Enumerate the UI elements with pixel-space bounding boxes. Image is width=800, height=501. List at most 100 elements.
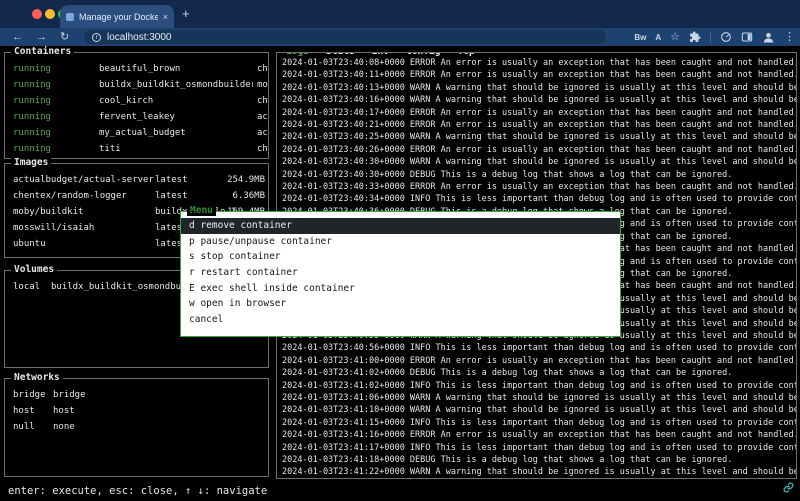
- log-line: 2024-01-03T23:40:30+0000 WARN A warning …: [282, 156, 796, 168]
- back-button[interactable]: ←: [12, 30, 23, 44]
- log-line: 2024-01-03T23:41:10+0000 WARN A warning …: [282, 404, 796, 416]
- network-name: null: [13, 419, 35, 435]
- container-image: mob: [257, 77, 268, 93]
- log-line: 2024-01-03T23:41:02+0000 INFO This is le…: [282, 380, 796, 392]
- logs-panel-tabs[interactable]: Logs ─ Stats ─ Env ─ Config ─ Top: [283, 52, 478, 57]
- connection-link-icon: [783, 478, 794, 497]
- log-line: 2024-01-03T23:41:15+0000 INFO This is le…: [282, 417, 796, 429]
- new-tab-button[interactable]: +: [182, 6, 190, 21]
- networks-panel[interactable]: Networks bridge bridge host host null: [4, 378, 269, 477]
- safety-check-icon[interactable]: [720, 31, 732, 43]
- menu-item[interactable]: p pause/unpause container: [181, 234, 620, 250]
- container-row[interactable]: running beautiful_brown che: [5, 61, 268, 77]
- container-row[interactable]: running fervent_leakey act: [5, 109, 268, 125]
- networks-panel-title: Networks: [11, 372, 63, 383]
- container-name: titi: [99, 141, 253, 157]
- browser-tab[interactable]: Manage your Docker fleet w ×: [60, 5, 174, 28]
- image-row[interactable]: actualbudget/actual-server latest 254.9M…: [5, 172, 268, 188]
- container-status: running: [13, 125, 51, 141]
- container-status: running: [13, 61, 51, 77]
- log-line: 2024-01-03T23:41:22+0000 WARN A warning …: [282, 466, 796, 478]
- container-image: act: [257, 109, 268, 125]
- log-line: 2024-01-03T23:40:34+0000 INFO This is le…: [282, 193, 796, 205]
- menu-item[interactable]: s stop container: [181, 249, 620, 265]
- container-row[interactable]: running titi che: [5, 141, 268, 157]
- menu-kebab-icon[interactable]: ⋮: [784, 32, 795, 43]
- log-line: 2024-01-03T23:41:16+0000 ERROR An error …: [282, 429, 796, 441]
- browser-chrome: Manage your Docker fleet w × + ← → ↻ i l…: [0, 0, 800, 46]
- menu-item[interactable]: E exec shell inside container: [181, 281, 620, 297]
- tab-favicon-icon: [66, 13, 74, 21]
- tabs-stats-env-config-top[interactable]: ─ Stats ─ Env ─ Config ─ Top: [309, 52, 475, 57]
- menu-item[interactable]: cancel: [181, 312, 620, 328]
- bookmark-star-icon[interactable]: ☆: [670, 32, 680, 43]
- containers-panel-title: Containers: [11, 46, 74, 57]
- log-line: 2024-01-03T23:40:33+0000 ERROR An error …: [282, 181, 796, 193]
- log-line: 2024-01-03T23:40:25+0000 WARN A warning …: [282, 131, 796, 143]
- browser-window: Manage your Docker fleet w × + ← → ↻ i l…: [0, 0, 800, 501]
- log-line: 2024-01-03T23:41:00+0000 ERROR An error …: [282, 355, 796, 367]
- container-row[interactable]: running my_actual_budget act: [5, 125, 268, 141]
- containers-panel[interactable]: Containers running beautiful_brown che r…: [4, 52, 269, 159]
- container-status: running: [13, 77, 51, 93]
- profile-avatar-icon[interactable]: [762, 31, 775, 44]
- container-name: fervent_leakey: [99, 109, 253, 125]
- image-name: moby/buildkit: [13, 204, 83, 220]
- menu-item[interactable]: d remove container: [181, 218, 620, 234]
- window-close-button[interactable]: [32, 9, 42, 19]
- url-text[interactable]: localhost:3000: [107, 32, 172, 43]
- address-bar[interactable]: i localhost:3000: [84, 30, 606, 44]
- toolbar-divider: [710, 32, 711, 43]
- image-name: ubuntu: [13, 236, 46, 252]
- image-tag: latest: [155, 172, 188, 188]
- log-line: 2024-01-03T23:40:08+0000 ERROR An error …: [282, 57, 796, 69]
- menu-item[interactable]: r restart container: [181, 265, 620, 281]
- container-image: act: [257, 125, 268, 141]
- menu-item[interactable]: w open in browser: [181, 296, 620, 312]
- network-row[interactable]: null none: [5, 419, 268, 435]
- reload-button[interactable]: ↻: [60, 30, 69, 44]
- tab-logs[interactable]: Logs: [286, 52, 309, 57]
- extensions-puzzle-icon[interactable]: [689, 31, 701, 43]
- log-line: 2024-01-03T23:40:26+0000 ERROR An error …: [282, 144, 796, 156]
- log-line: 2024-01-03T23:40:13+0000 WARN A warning …: [282, 82, 796, 94]
- forward-button[interactable]: →: [36, 30, 47, 44]
- volume-driver: local: [13, 279, 40, 295]
- image-size: 6.36MB: [232, 188, 265, 204]
- log-line: 2024-01-03T23:41:17+0000 INFO This is le…: [282, 442, 796, 454]
- network-driver: host: [53, 403, 75, 419]
- network-name: bridge: [13, 387, 46, 403]
- image-name: chentex/random-logger: [13, 188, 127, 204]
- network-row[interactable]: bridge bridge: [5, 387, 268, 403]
- image-name: actualbudget/actual-server: [13, 172, 154, 188]
- log-line: 2024-01-03T23:41:02+0000 DEBUG This is a…: [282, 367, 796, 379]
- container-status: running: [13, 93, 51, 109]
- image-size: 254.9MB: [227, 172, 265, 188]
- site-info-icon[interactable]: i: [92, 33, 101, 42]
- container-name: cool_kirch: [99, 93, 253, 109]
- tab-close-icon[interactable]: ×: [163, 12, 168, 22]
- container-image: che: [257, 141, 268, 157]
- window-minimize-button[interactable]: [45, 9, 55, 19]
- tab-title: Manage your Docker fleet w: [79, 12, 158, 22]
- container-status: running: [13, 109, 51, 125]
- menu-title: Menu: [187, 205, 216, 216]
- log-line: 2024-01-03T23:40:11+0000 ERROR An error …: [282, 69, 796, 81]
- network-row[interactable]: host host: [5, 403, 268, 419]
- network-driver: bridge: [53, 387, 86, 403]
- log-line: 2024-01-03T23:40:21+0000 ERROR An error …: [282, 119, 796, 131]
- translate-icon[interactable]: A: [655, 33, 661, 42]
- tab-strip: Manage your Docker fleet w × +: [0, 0, 800, 28]
- log-line: 2024-01-03T23:41:06+0000 WARN A warning …: [282, 392, 796, 404]
- image-row[interactable]: chentex/random-logger latest 6.36MB: [5, 188, 268, 204]
- isaiah-terminal: Containers running beautiful_brown che r…: [0, 46, 800, 501]
- container-name: my_actual_budget: [99, 125, 253, 141]
- container-name: beautiful_brown: [99, 61, 253, 77]
- password-manager-extension-icon[interactable]: Bw: [634, 33, 646, 42]
- image-name: mosswill/isaiah: [13, 220, 94, 236]
- side-panel-icon[interactable]: [741, 31, 753, 43]
- container-row[interactable]: running cool_kirch che: [5, 93, 268, 109]
- container-row[interactable]: running buildx_buildkit_osmondbuilder0 m…: [5, 77, 268, 93]
- log-line: 2024-01-03T23:40:17+0000 ERROR An error …: [282, 107, 796, 119]
- container-actions-menu: Menu d remove container p pause/unpause …: [180, 211, 621, 337]
